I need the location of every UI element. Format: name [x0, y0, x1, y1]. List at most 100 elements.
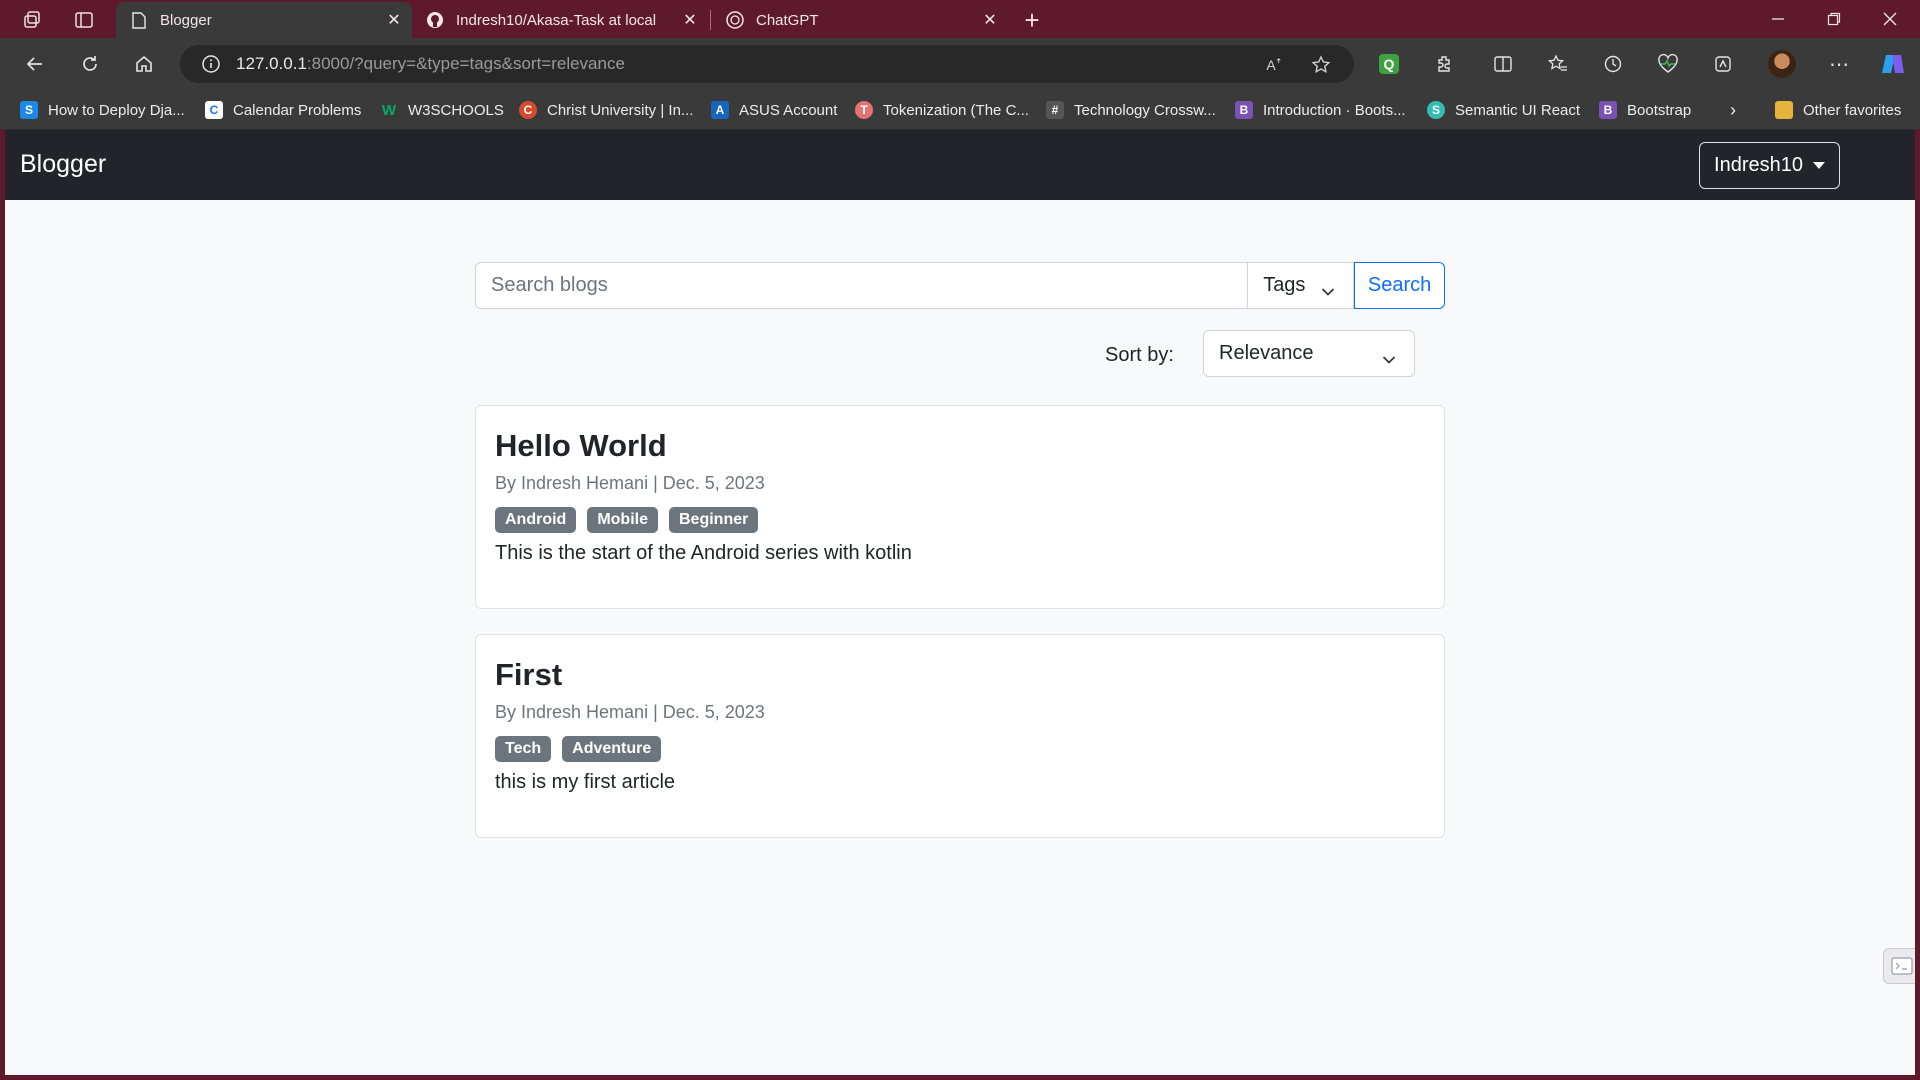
favorite-asus-account[interactable]: A ASUS Account — [711, 98, 837, 122]
sort-select[interactable]: Relevance — [1203, 330, 1415, 377]
page-viewport: Blogger Indresh10 Tags Search Sort by: R… — [5, 130, 1915, 1075]
page-icon — [130, 11, 148, 29]
favorite-label: Technology Crossw... — [1074, 101, 1216, 119]
favorite-label: Introduction · Boots... — [1263, 101, 1406, 119]
url-text: 127.0.0.1:8000/?query=&type=tags&sort=re… — [236, 54, 625, 74]
chevron-down-icon — [1321, 280, 1335, 303]
favorite-deploy-django[interactable]: S How to Deploy Dja... — [20, 98, 185, 122]
profile-avatar-icon[interactable] — [1765, 48, 1799, 80]
github-icon — [426, 11, 444, 29]
post-title[interactable]: Hello World — [495, 428, 667, 464]
asus-icon: A — [711, 101, 729, 119]
folder-icon — [1775, 101, 1793, 119]
search-button[interactable]: Search — [1354, 262, 1445, 309]
post-card[interactable]: Hello World By Indresh Hemani | Dec. 5, … — [475, 405, 1445, 609]
search-form: Tags Search — [475, 262, 1445, 309]
favorite-star-icon[interactable] — [1307, 54, 1335, 76]
user-dropdown-button[interactable]: Indresh10 — [1699, 142, 1840, 189]
more-options-icon[interactable]: ⋯ — [1822, 48, 1856, 80]
tab-title: Blogger — [160, 11, 212, 29]
post-title[interactable]: First — [495, 657, 562, 693]
back-icon[interactable] — [17, 48, 53, 80]
post-excerpt: this is my first article — [495, 771, 676, 793]
other-favorites[interactable]: Other favorites — [1775, 98, 1901, 122]
workspaces-icon[interactable] — [16, 6, 48, 34]
w3schools-icon: W — [381, 101, 397, 119]
sort-value: Relevance — [1219, 342, 1314, 364]
sort-label: Sort by: — [1105, 344, 1174, 366]
home-icon[interactable] — [126, 48, 162, 80]
tab-blogger[interactable]: Blogger ✕ — [116, 2, 412, 38]
post-excerpt: This is the start of the Android series … — [495, 542, 912, 564]
post-tags: Tech Adventure — [495, 736, 662, 762]
browser-toolbar: 127.0.0.1:8000/?query=&type=tags&sort=re… — [0, 38, 1920, 90]
favorite-w3schools[interactable]: W W3SCHOOLS — [380, 98, 504, 122]
tag-badge: Android — [495, 507, 577, 533]
search-type-select[interactable]: Tags — [1247, 262, 1355, 309]
favorite-tokenization[interactable]: T Tokenization (The C... — [855, 98, 1029, 122]
brand-link[interactable]: Blogger — [20, 150, 106, 179]
favorite-bootstrap[interactable]: B Bootstrap — [1599, 98, 1691, 122]
close-window-icon[interactable] — [1862, 0, 1918, 38]
performance-icon[interactable] — [1706, 48, 1740, 80]
favorite-label: How to Deploy Dja... — [48, 101, 185, 119]
favorite-semantic-ui-react[interactable]: S Semantic UI React — [1427, 98, 1580, 122]
address-bar[interactable]: 127.0.0.1:8000/?query=&type=tags&sort=re… — [180, 45, 1354, 83]
tag-badge: Tech — [495, 736, 552, 762]
copilot-icon[interactable] — [1876, 48, 1910, 80]
favorite-label: Christ University | In... — [547, 101, 694, 119]
favorite-calendar-problems[interactable]: C Calendar Problems — [205, 98, 361, 122]
site-info-icon[interactable] — [200, 53, 222, 75]
favorite-technology-crossword[interactable]: # Technology Crossw... — [1046, 98, 1216, 122]
restore-icon[interactable] — [1806, 0, 1862, 38]
tag-badge: Adventure — [562, 736, 662, 762]
post-card[interactable]: First By Indresh Hemani | Dec. 5, 2023 T… — [475, 634, 1445, 838]
tab-actions-icon[interactable] — [68, 6, 100, 34]
search-input[interactable] — [475, 262, 1248, 309]
tab-chatgpt[interactable]: ChatGPT ✕ — [712, 2, 1008, 38]
close-icon[interactable]: ✕ — [680, 10, 700, 30]
username: Indresh10 — [1714, 154, 1803, 176]
chevron-right-icon[interactable]: › — [1730, 98, 1736, 122]
s-icon: S — [20, 101, 38, 119]
post-meta: By Indresh Hemani | Dec. 5, 2023 — [495, 702, 765, 722]
split-screen-icon[interactable] — [1486, 48, 1520, 80]
other-favorites-label: Other favorites — [1803, 101, 1902, 119]
read-aloud-icon[interactable]: Aꜛ — [1260, 54, 1288, 76]
post-meta: By Indresh Hemani | Dec. 5, 2023 — [495, 473, 765, 493]
favorite-label: W3SCHOOLS — [408, 101, 504, 119]
extension-q-icon[interactable]: Q — [1372, 48, 1406, 80]
refresh-icon[interactable] — [72, 48, 108, 80]
calendar-icon: C — [205, 101, 223, 119]
favorite-label: Semantic UI React — [1455, 101, 1581, 119]
favorite-label: ASUS Account — [739, 101, 838, 119]
tab-separator — [710, 10, 711, 30]
new-tab-icon[interactable]: + — [1016, 5, 1048, 35]
url-host: 127.0.0.1 — [236, 54, 307, 73]
history-icon[interactable] — [1596, 48, 1630, 80]
favorite-bootstrap-intro[interactable]: B Introduction · Boots... — [1235, 98, 1406, 122]
tokenization-icon: T — [855, 101, 873, 119]
minimize-icon[interactable] — [1750, 0, 1806, 38]
side-panel-toggle-icon[interactable] — [1883, 948, 1915, 984]
tab-github[interactable]: Indresh10/Akasa-Task at local ✕ — [412, 2, 708, 38]
christ-university-icon: C — [519, 101, 537, 119]
favorite-label: Bootstrap — [1627, 101, 1692, 119]
favorites-icon[interactable] — [1541, 48, 1575, 80]
tab-title: ChatGPT — [756, 11, 819, 29]
tab-title: Indresh10/Akasa-Task at local — [456, 11, 657, 29]
close-icon[interactable]: ✕ — [384, 10, 404, 30]
close-icon[interactable]: ✕ — [980, 10, 1000, 30]
favorites-bar: S How to Deploy Dja... C Calendar Proble… — [0, 90, 1920, 130]
favorite-christ-university[interactable]: C Christ University | In... — [519, 98, 693, 122]
chatgpt-icon — [726, 11, 744, 29]
chevron-down-icon — [1382, 348, 1396, 371]
bootstrap-icon: B — [1599, 101, 1617, 119]
url-path: :8000/?query=&type=tags&sort=relevance — [306, 54, 625, 73]
tag-badge: Mobile — [587, 507, 658, 533]
tag-badge: Beginner — [669, 507, 759, 533]
browser-essentials-icon[interactable] — [1651, 48, 1685, 80]
favorite-label: Tokenization (The C... — [883, 101, 1029, 119]
site-navbar: Blogger Indresh10 — [5, 130, 1915, 200]
extensions-icon[interactable] — [1427, 48, 1461, 80]
